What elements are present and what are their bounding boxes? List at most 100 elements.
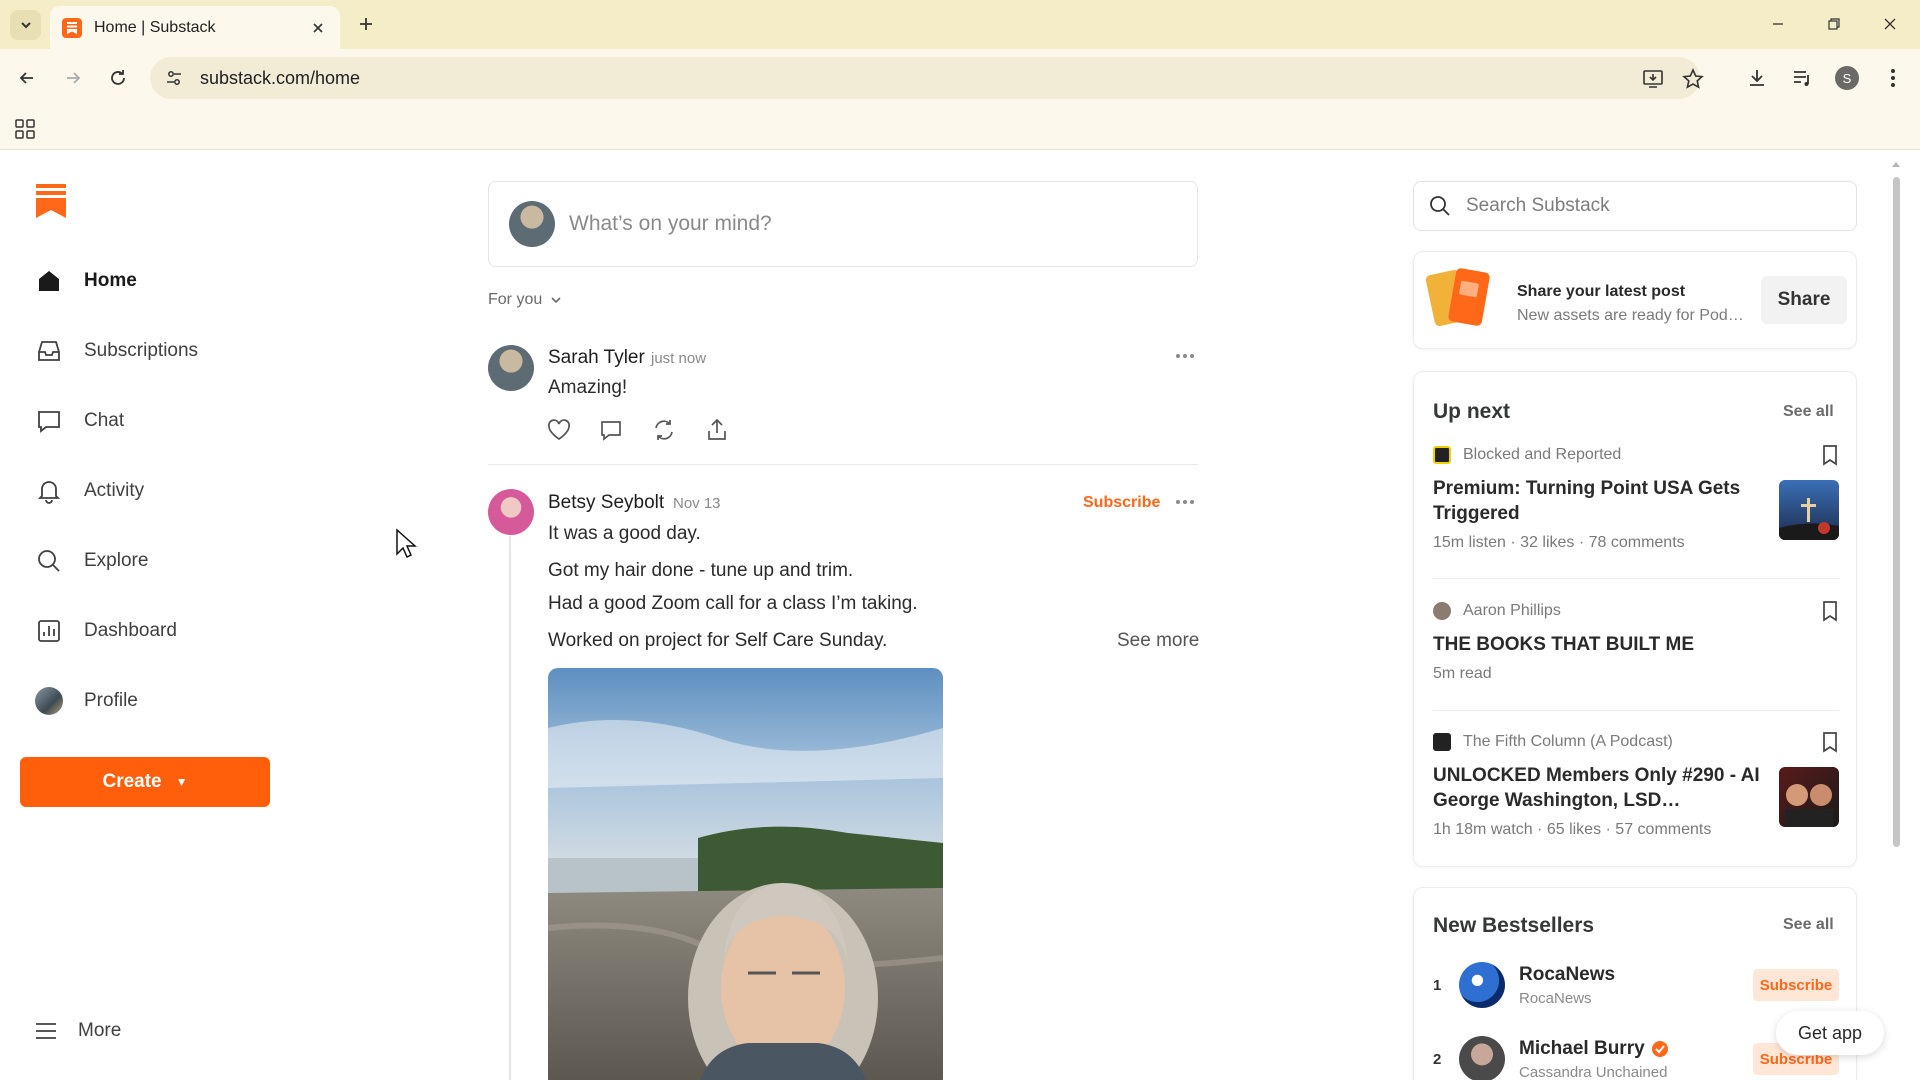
feed-filter-dropdown[interactable]: For you: [488, 291, 562, 309]
downloads-icon[interactable]: [1742, 63, 1772, 93]
sidebar-item-profile[interactable]: Profile: [34, 681, 138, 721]
restack-icon[interactable]: [651, 417, 677, 443]
close-tab-icon[interactable]: [308, 18, 328, 38]
browser-tab[interactable]: Home | Substack: [50, 6, 340, 49]
post-text: Had a good Zoom call for a class I’m tak…: [548, 593, 918, 614]
sidebar-item-subscriptions[interactable]: Subscriptions: [34, 331, 198, 371]
subscribe-button[interactable]: Subscribe: [1753, 969, 1839, 1001]
forward-icon[interactable]: [58, 63, 88, 93]
get-app-button[interactable]: Get app: [1776, 1011, 1884, 1055]
bell-icon: [34, 476, 64, 506]
avatar[interactable]: [488, 345, 534, 391]
publication-name: Blocked and Reported: [1463, 446, 1622, 463]
post-text: It was a good day.: [548, 523, 701, 544]
see-all-link[interactable]: See all: [1783, 916, 1834, 934]
bookmark-icon[interactable]: [1821, 731, 1839, 753]
kebab-menu-icon[interactable]: [1878, 63, 1908, 93]
post-text: Got my hair done - tune up and trim.: [548, 560, 854, 581]
reload-icon[interactable]: [103, 63, 133, 93]
media-control-icon[interactable]: [1787, 63, 1817, 93]
post-options-icon[interactable]: [1176, 352, 1196, 360]
bestsellers-title: New Bestsellers: [1433, 914, 1595, 937]
post-photo[interactable]: [548, 668, 943, 1080]
address-bar[interactable]: substack.com/home: [150, 57, 1704, 99]
bestseller-subtitle: RocaNews: [1519, 989, 1592, 1007]
more-button[interactable]: More: [34, 1011, 121, 1051]
up-next-item[interactable]: Aaron Phillips THE BOOKS THAT BUILT ME 5…: [1433, 600, 1839, 690]
rank-number: 1: [1433, 976, 1442, 994]
tab-title: Home | Substack: [94, 18, 216, 36]
share-post-card: Share your latest post New assets are re…: [1413, 251, 1857, 349]
avatar: [1459, 1036, 1505, 1080]
post-author[interactable]: Betsy Seybolt: [548, 492, 664, 514]
page-scrollbar[interactable]: [1890, 159, 1902, 1071]
up-next-item-title: UNLOCKED Members Only #290 - AI George W…: [1433, 765, 1760, 811]
sidebar-item-label: Activity: [84, 480, 145, 501]
minimize-icon[interactable]: [1760, 10, 1796, 38]
see-more-link[interactable]: See more: [1117, 630, 1199, 652]
publication-icon: [1433, 733, 1451, 751]
share-assets-illustration: [1425, 268, 1490, 327]
composer-placeholder: What’s on your mind?: [569, 212, 772, 235]
sidebar-item-activity[interactable]: Activity: [34, 471, 144, 511]
bestseller-row[interactable]: 1 RocaNews RocaNews Subscribe: [1433, 960, 1839, 1010]
sidebar-item-label: Subscriptions: [84, 340, 199, 361]
bookmark-icon[interactable]: [1821, 444, 1839, 466]
bookmark-icon[interactable]: [1821, 600, 1839, 622]
post-options-icon[interactable]: [1176, 498, 1196, 506]
bookmarks-bar: [0, 108, 1920, 150]
up-next-item[interactable]: The Fifth Column (A Podcast) UNLOCKED Me…: [1433, 731, 1839, 851]
sidebar-item-label: Home: [84, 270, 137, 291]
chevron-down-icon: [20, 22, 31, 29]
up-next-item[interactable]: Blocked and Reported Premium: Turning Po…: [1433, 444, 1839, 564]
scrollbar-thumb[interactable]: [1893, 177, 1900, 847]
mouse-cursor-icon: [396, 528, 417, 559]
profile-avatar: S: [1835, 66, 1859, 90]
caret-down-icon: ▼: [175, 775, 188, 789]
thread-line: [509, 536, 511, 1080]
comment-icon[interactable]: [598, 417, 624, 443]
up-next-item-meta: 5m read: [1433, 665, 1492, 682]
search-placeholder: Search Substack: [1466, 195, 1610, 216]
sidebar-item-home[interactable]: Home: [34, 261, 137, 301]
browser-tab-strip: Home | Substack: [0, 0, 1920, 49]
more-label: More: [78, 1020, 122, 1041]
share-card-title: Share your latest post: [1517, 283, 1686, 300]
sidebar-item-dashboard[interactable]: Dashboard: [34, 611, 177, 651]
subscribe-link[interactable]: Subscribe: [1083, 494, 1160, 512]
close-window-icon[interactable]: [1872, 10, 1908, 38]
sidebar-item-chat[interactable]: Chat: [34, 401, 124, 441]
restore-icon[interactable]: [1816, 10, 1852, 38]
rank-number: 2: [1433, 1050, 1442, 1068]
profile-button[interactable]: S: [1832, 63, 1862, 93]
up-next-thumbnail: [1779, 480, 1839, 540]
inbox-icon: [34, 336, 64, 366]
scroll-up-arrow-icon[interactable]: [1890, 159, 1902, 169]
profile-avatar-wrap: [34, 686, 64, 716]
search-icon: [1430, 196, 1450, 216]
heart-icon[interactable]: [546, 417, 572, 443]
post-divider: [488, 464, 1198, 465]
share-button[interactable]: Share: [1761, 276, 1847, 324]
back-icon[interactable]: [12, 63, 42, 93]
up-next-item-title: THE BOOKS THAT BUILT ME: [1433, 634, 1695, 655]
feed-filter-label: For you: [488, 291, 543, 308]
see-all-link[interactable]: See all: [1783, 403, 1834, 421]
search-input[interactable]: Search Substack: [1413, 181, 1857, 231]
create-button[interactable]: Create ▼: [20, 757, 270, 807]
tab-search-button[interactable]: [10, 10, 41, 40]
avatar[interactable]: [488, 489, 534, 535]
bookmark-star-icon[interactable]: [1680, 66, 1706, 92]
share-icon[interactable]: [704, 417, 730, 443]
apps-grid-icon[interactable]: [14, 118, 36, 140]
post-composer[interactable]: What’s on your mind?: [488, 181, 1198, 267]
up-next-thumbnail: [1779, 767, 1839, 827]
sidebar-item-explore[interactable]: Explore: [34, 541, 148, 581]
substack-logo-icon[interactable]: [36, 184, 66, 218]
publication-name: Aaron Phillips: [1463, 602, 1561, 619]
new-tab-icon[interactable]: [354, 12, 378, 36]
site-settings-icon[interactable]: [162, 66, 186, 90]
post-author[interactable]: Sarah Tyler: [548, 347, 645, 369]
publication-icon: [1433, 446, 1451, 464]
install-app-icon[interactable]: [1640, 66, 1666, 92]
